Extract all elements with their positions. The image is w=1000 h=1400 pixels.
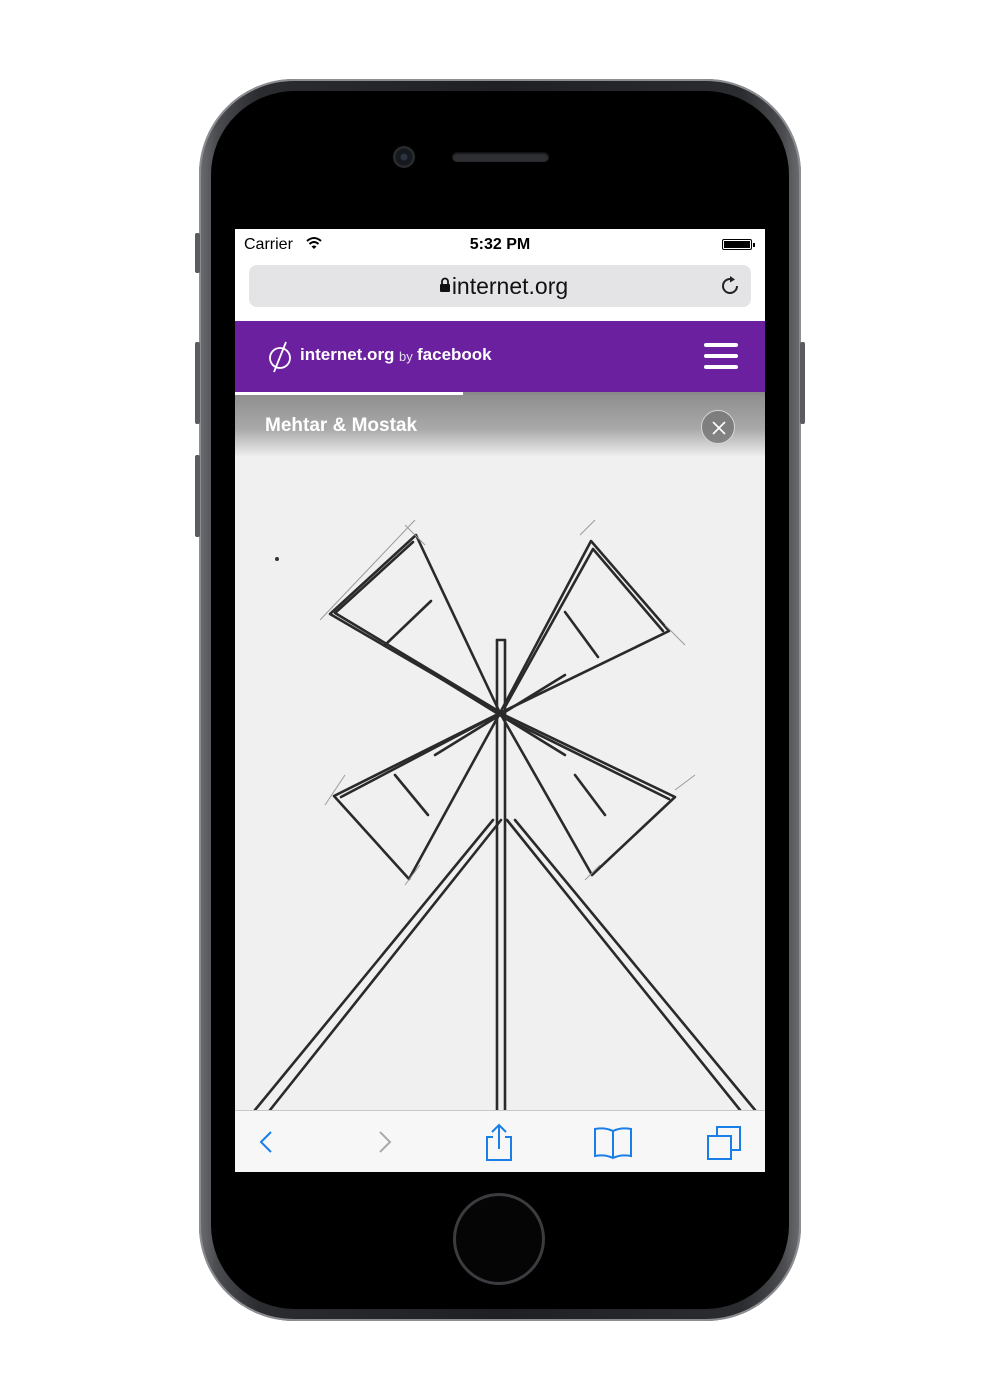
close-story-button[interactable] [701, 410, 735, 444]
front-camera [393, 146, 415, 168]
browser-toolbar [235, 1110, 765, 1172]
close-icon [712, 421, 726, 435]
earpiece-speaker [452, 152, 549, 162]
volume-down-button [195, 455, 200, 537]
site-header: internet.org by facebook [235, 321, 765, 392]
phone-screen: Carrier 5:32 PM internet.org internet.or… [235, 229, 765, 1172]
share-icon[interactable] [479, 1123, 519, 1163]
tabs-icon[interactable] [705, 1123, 745, 1163]
brand-company: facebook [417, 345, 492, 364]
back-icon[interactable] [246, 1123, 286, 1163]
url-text: internet.org [451, 273, 569, 299]
brand-by: by [399, 349, 413, 364]
mute-switch [195, 233, 200, 273]
battery-icon [722, 239, 755, 250]
internet-org-logo-icon[interactable] [265, 339, 295, 373]
status-time: 5:32 PM [469, 236, 531, 253]
reload-icon[interactable] [718, 274, 742, 298]
windmill-sketch-image [235, 395, 765, 1110]
story-content: Mehtar & Mostak [235, 395, 765, 1110]
power-button [800, 342, 805, 424]
brand-name[interactable]: internet.org [300, 345, 394, 365]
volume-up-button [195, 342, 200, 424]
hamburger-menu-icon[interactable] [704, 343, 738, 369]
home-button[interactable] [453, 1193, 545, 1285]
address-bar[interactable]: internet.org [249, 265, 751, 307]
story-title: Mehtar & Mostak [265, 415, 418, 436]
status-bar: Carrier 5:32 PM [235, 229, 765, 261]
bookmarks-icon[interactable] [593, 1123, 633, 1163]
forward-icon[interactable] [365, 1123, 405, 1163]
